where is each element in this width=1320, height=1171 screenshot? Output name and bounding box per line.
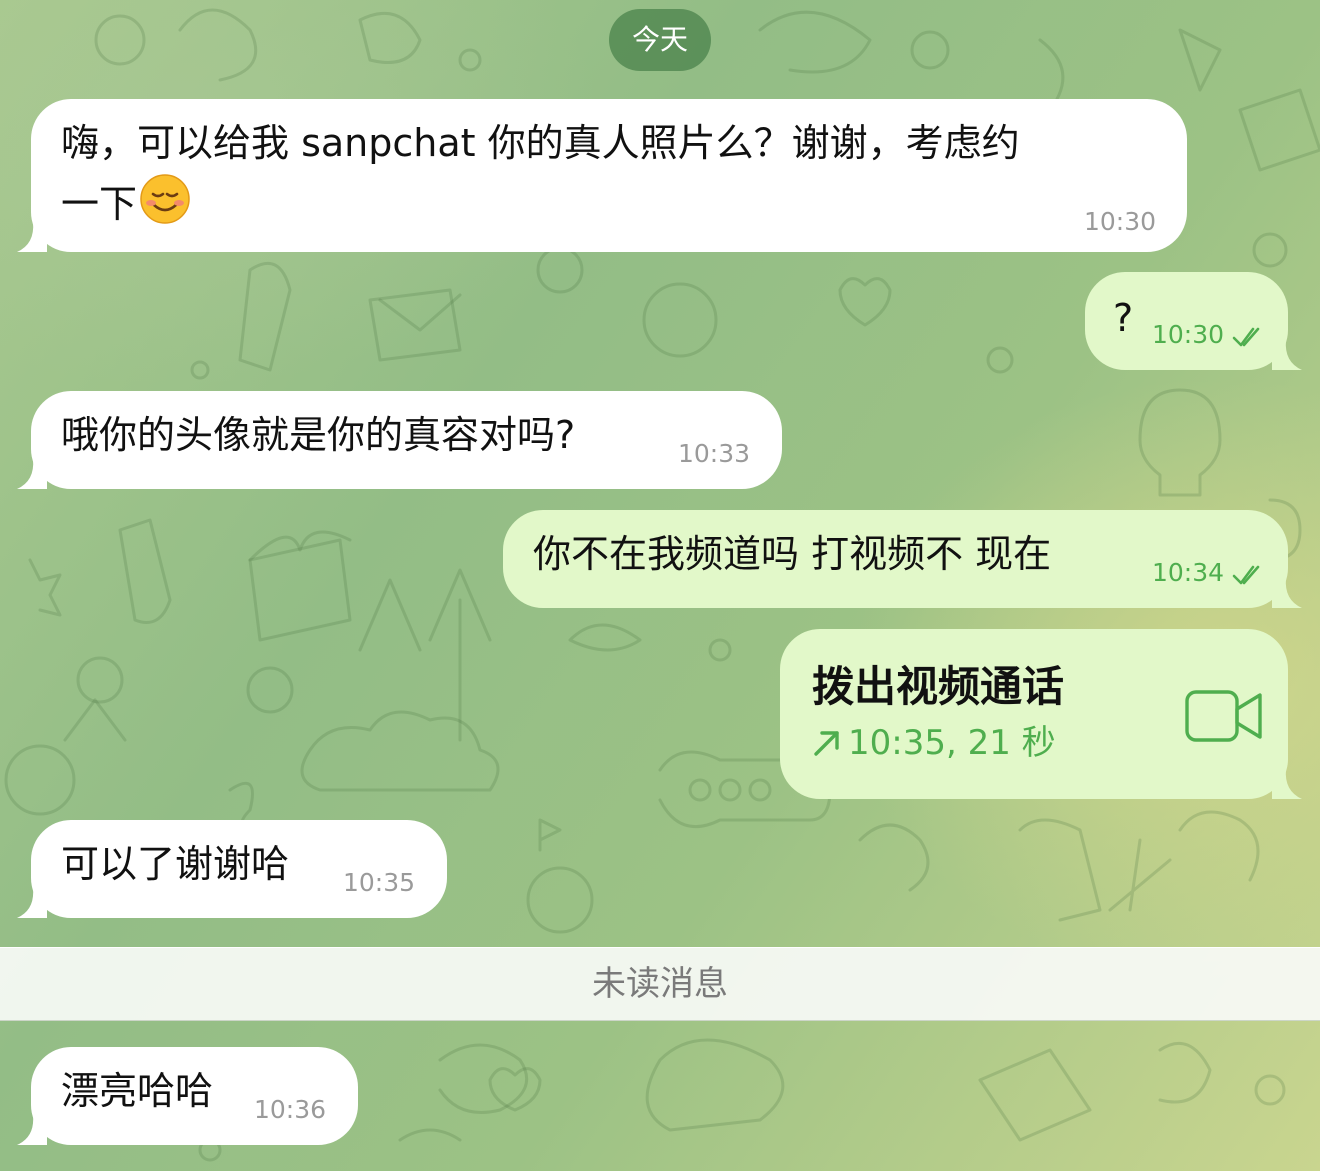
outgoing-arrow-icon: [814, 731, 839, 756]
unread-messages-divider: 未读消息: [0, 947, 1320, 1021]
call-details: 10:35, 21 秒: [812, 721, 1056, 765]
message-line: 一下: [61, 173, 1020, 234]
double-check-icon: [1232, 565, 1260, 585]
message-line-text: 一下: [61, 182, 138, 226]
bubble-tail: [1272, 769, 1302, 799]
message-bubble-incoming[interactable]: 嗨，可以给我 sanpchat 你的真人照片么？谢谢，考虑约 一下 10:30: [17, 99, 1187, 252]
message-time: 10:36: [254, 1095, 327, 1124]
double-check-icon: [1232, 327, 1260, 347]
bubble-tail: [17, 888, 47, 918]
message-text: 漂亮哈哈: [61, 1069, 214, 1113]
message-text: 可以了谢谢哈: [61, 842, 290, 886]
call-title: 拨出视频通话: [812, 662, 1065, 711]
message-bubble-incoming[interactable]: 可以了谢谢哈 10:35: [17, 820, 447, 918]
message-time: 10:35: [343, 868, 416, 897]
bubble-tail: [17, 459, 47, 489]
bubble-tail: [17, 222, 47, 252]
message-bubble-incoming[interactable]: 哦你的头像就是你的真容对吗? 10:33: [17, 391, 782, 489]
video-call-bubble[interactable]: 拨出视频通话 10:35, 21 秒: [780, 629, 1302, 799]
bubble-tail: [1272, 340, 1302, 370]
date-separator: 今天: [609, 9, 711, 71]
message-time: 10:30: [1152, 320, 1225, 349]
message-time: 10:33: [678, 439, 751, 468]
message-text: 哦你的头像就是你的真容对吗?: [61, 413, 576, 457]
bubble-tail: [1272, 578, 1302, 608]
message-time: 10:34: [1152, 558, 1225, 587]
message-bubble-incoming[interactable]: 漂亮哈哈 10:36: [17, 1047, 358, 1145]
message-text: ?: [1113, 296, 1134, 340]
bubble-tail: [17, 1115, 47, 1145]
call-duration: 10:35, 21 秒: [848, 723, 1056, 763]
chat-view[interactable]: 今天 嗨，可以给我 sanpchat 你的真人照片么？谢谢，考虑约 一下 10:…: [0, 0, 1320, 1171]
message-text: 嗨，可以给我 sanpchat 你的真人照片么？谢谢，考虑约 一下: [61, 113, 1020, 234]
message-text: 你不在我频道吗 打视频不 现在: [533, 532, 1052, 576]
message-bubble-outgoing[interactable]: ? 10:30: [1085, 272, 1302, 370]
smiling-face-emoji: [140, 174, 190, 224]
message-bubble-outgoing[interactable]: 你不在我频道吗 打视频不 现在 10:34: [503, 510, 1302, 608]
message-line: 嗨，可以给我 sanpchat 你的真人照片么？谢谢，考虑约: [61, 121, 1020, 165]
video-camera-icon[interactable]: [1184, 687, 1264, 745]
message-time: 10:30: [1084, 207, 1157, 236]
